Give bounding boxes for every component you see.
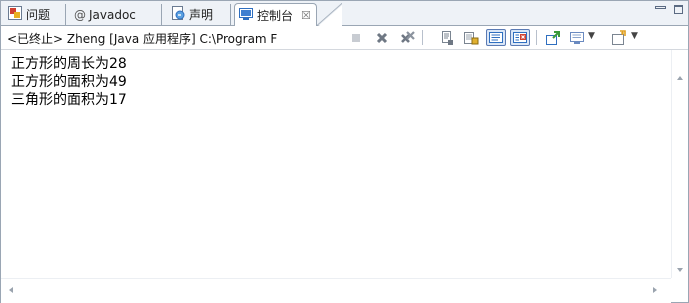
scroll-right-arrow-icon[interactable] xyxy=(653,287,657,293)
show-on-stderr-icon[interactable] xyxy=(510,29,530,46)
tab-declaration[interactable]: 声明 xyxy=(167,4,231,25)
console-toolbar: <已终止> Zheng [Java 应用程序] C:\Program F ▼ ▼ xyxy=(1,26,688,50)
at-sign-icon: @ xyxy=(74,7,86,22)
terminate-icon[interactable] xyxy=(347,29,365,46)
console-output[interactable]: 正方形的周长为28 正方形的面积为49 三角形的面积为17 xyxy=(1,50,671,278)
console-line: 正方形的周长为28 xyxy=(11,56,127,72)
show-on-stdout-icon[interactable] xyxy=(486,29,506,46)
scroll-down-arrow-icon[interactable] xyxy=(677,268,683,272)
close-icon[interactable]: ☒ xyxy=(301,9,311,22)
minimize-icon[interactable] xyxy=(654,5,666,16)
tab-label: 声明 xyxy=(189,8,214,22)
tab-label: Javadoc xyxy=(89,7,136,22)
console-line: 正方形的面积为49 xyxy=(11,74,127,90)
scroll-up-arrow-icon[interactable] xyxy=(677,76,683,80)
view-tab-bar: 问题 @ Javadoc 声明 控制台 ☒ xyxy=(1,1,688,27)
scroll-lock-icon[interactable] xyxy=(462,29,480,46)
tab-javadoc[interactable]: @ Javadoc xyxy=(71,4,162,25)
console-icon xyxy=(238,6,254,25)
tab-label: 问题 xyxy=(26,8,51,22)
maximize-icon[interactable] xyxy=(674,5,683,14)
console-line: 三角形的面积为17 xyxy=(11,92,127,108)
declaration-icon xyxy=(170,5,186,24)
pin-console-icon[interactable] xyxy=(544,29,562,46)
scroll-left-arrow-icon[interactable] xyxy=(9,287,13,293)
display-console-icon[interactable] xyxy=(568,29,586,46)
chevron-down-icon[interactable]: ▼ xyxy=(588,31,595,41)
clear-console-icon[interactable] xyxy=(438,29,456,46)
console-view: 问题 @ Javadoc 声明 控制台 ☒ <已终止> Zheng [Java … xyxy=(0,0,689,303)
scrollbar-corner xyxy=(671,278,688,302)
process-description: <已终止> Zheng [Java 应用程序] C:\Program F xyxy=(7,32,278,46)
remove-launch-icon[interactable] xyxy=(373,29,391,46)
tab-problems[interactable]: 问题 xyxy=(4,4,66,25)
tab-label: 控制台 xyxy=(257,8,294,23)
remove-all-terminated-icon[interactable] xyxy=(399,29,417,46)
horizontal-scrollbar[interactable] xyxy=(1,278,671,303)
vertical-scrollbar[interactable] xyxy=(671,50,688,278)
tab-console[interactable]: 控制台 ☒ xyxy=(234,3,342,27)
open-console-icon[interactable] xyxy=(610,29,628,46)
problems-icon xyxy=(7,5,23,24)
chevron-down-icon[interactable]: ▼ xyxy=(631,31,638,41)
